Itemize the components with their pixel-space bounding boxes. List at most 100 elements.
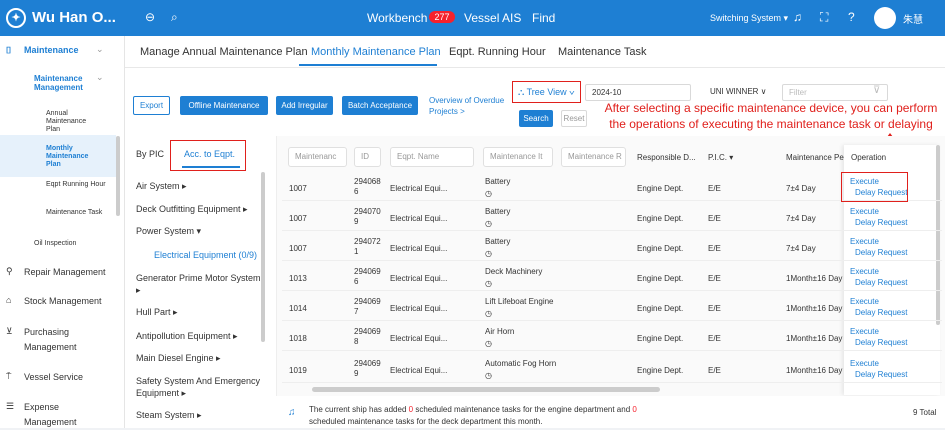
user-name[interactable]: 朱慧 [903,11,923,26]
chevron-down-icon: ⌄ [96,44,104,54]
execute-link[interactable]: Execute [850,359,879,368]
sidebar-maintenance-management[interactable]: Maintenance Management [34,74,94,92]
header-maintenance-period[interactable]: Maintenance Per [786,153,846,162]
export-button[interactable]: Export [133,96,170,115]
add-irregular-button[interactable]: Add Irregular [276,96,333,115]
cell-period: 1Month±16 Day [786,274,843,283]
execute-link[interactable]: Execute [850,207,879,216]
tree-item-steam-system[interactable]: Steam System ▸ [136,409,202,421]
nav-workbench[interactable]: Workbench 277 [367,11,455,25]
tree-item-air-system[interactable]: Air System ▸ [136,180,187,192]
execute-link[interactable]: Execute [850,267,879,276]
overdue-projects-link[interactable]: Overview of Overdue Projects > [429,95,509,117]
cell-eqpt-name: Electrical Equi... [390,244,448,253]
tree-item-hull-part[interactable]: Hull Part ▸ [136,306,178,318]
delay-request-link[interactable]: Delay Request [855,370,907,379]
header-maintenance-item[interactable]: Maintenance It [483,147,553,167]
nav-vessel-ais[interactable]: Vessel AIS [464,11,521,25]
cell-period: 7±4 Day [786,214,816,223]
tab-by-pic[interactable]: By PIC [136,148,164,160]
cell-responsible-dept: Engine Dept. [637,334,684,343]
sidebar-repair[interactable]: Repair Management [24,267,106,277]
avatar[interactable] [874,7,896,29]
deck-count: 0 [632,405,637,414]
header-pic[interactable]: P.I.C. ▾ [708,153,733,162]
header-eqpt-name[interactable]: Eqpt. Name [390,147,474,167]
delay-request-link[interactable]: Delay Request [855,338,907,347]
collapse-icon[interactable]: ⊖ [145,10,155,24]
tab-monthly[interactable]: Monthly Maintenance Plan [311,46,441,58]
search-button[interactable]: Search [519,110,553,127]
header-operation-label: Operation [851,153,887,162]
delay-request-link[interactable]: Delay Request [855,248,907,257]
clock-icon: ◷ [485,189,492,198]
cell-code: 1019 [289,366,307,375]
month-picker[interactable]: 2024-10 [585,84,691,101]
row-divider [282,260,942,261]
sidebar-purchasing[interactable]: Purchasing Management [24,325,84,355]
cell-code: 1007 [289,184,307,193]
operation-highlight [841,172,908,202]
reset-button[interactable]: Reset [561,110,587,127]
execute-link[interactable]: Execute [850,297,879,306]
cell-period: 1Month±16 Day [786,334,843,343]
cell-eqpt-name: Electrical Equi... [390,214,448,223]
tab-running-hour[interactable]: Eqpt. Running Hour [449,46,546,58]
tab-maintenance-task[interactable]: Maintenance Task [558,46,646,58]
cell-responsible-dept: Engine Dept. [637,366,684,375]
clock-icon: ◷ [485,219,492,228]
sidebar-vessel-service[interactable]: Vessel Service [24,372,83,382]
sidebar-stock[interactable]: Stock Management [24,296,102,306]
delay-request-link[interactable]: Delay Request [855,278,907,287]
tree-item-power-system[interactable]: Power System ▾ [136,225,201,237]
nav-find[interactable]: Find [532,11,555,25]
sidebar-maintenance[interactable]: Maintenance [24,45,79,55]
bell-icon[interactable]: ♫ [793,10,802,24]
sidebar-item-monthly[interactable]: Monthly Maintenance Plan [46,145,96,169]
header-maintenance-r[interactable]: Maintenance R [561,147,626,167]
search-icon[interactable]: ⌕ [171,10,178,25]
tree-item-antipollution[interactable]: Antipollution Equipment ▸ [136,330,238,342]
table-vertical-scrollbar[interactable] [936,145,940,325]
switching-system-dropdown[interactable]: Switching System ▾ [710,13,788,24]
clock-icon: ◷ [485,339,492,348]
clock-icon: ◷ [485,249,492,258]
header-responsible-dept[interactable]: Responsible D... [637,153,696,162]
cell-maintenance-item: Battery [485,207,511,216]
table-horizontal-scrollbar[interactable] [312,387,660,392]
delay-request-link[interactable]: Delay Request [855,218,907,227]
tree-scrollbar[interactable] [261,172,265,342]
header-maintenance-code[interactable]: Maintenanc [288,147,347,167]
cart-icon: ⊻ [6,326,13,336]
sidebar-item-annual[interactable]: Annual Maintenance Plan [46,110,96,134]
help-icon[interactable]: ? [848,10,855,24]
offline-maintenance-button[interactable]: Offline Maintenance [180,96,268,115]
fullscreen-icon[interactable]: ⛶ [820,10,828,25]
tree-item-safety-system[interactable]: Safety System And Emergency Equipment ▸ [136,375,261,399]
sidebar-expense[interactable]: Expense Management [24,400,84,430]
batch-acceptance-button[interactable]: Batch Acceptance [342,96,418,115]
tree-item-deck-outfitting[interactable]: Deck Outfitting Equipment ▸ [136,203,248,215]
execute-link[interactable]: Execute [850,327,879,336]
sidebar-item-maintenance-task[interactable]: Maintenance Task [46,209,106,217]
tree-item-main-diesel[interactable]: Main Diesel Engine ▸ [136,352,221,364]
tree-item-generator-prime-motor[interactable]: Generator Prime Motor System ▸ [136,272,261,296]
sidebar-scrollbar[interactable] [116,136,120,216]
tab-annual[interactable]: Manage Annual Maintenance Plan [140,46,308,58]
cell-period: 1Month±16 Day [786,304,843,313]
sidebar-item-running-hour[interactable]: Eqpt Running Hour [46,181,106,189]
cell-maintenance-item: Battery [485,177,511,186]
expense-icon: ☰ [6,401,15,411]
header-id[interactable]: ID [354,147,381,167]
sidebar-item-oil-inspection[interactable]: Oil Inspection [34,240,76,247]
tree-item-electrical-equipment[interactable]: Electrical Equipment (0/9) [154,249,257,261]
footer-text-3: scheduled maintenance tasks for the deck… [309,417,543,426]
execute-link[interactable]: Execute [850,237,879,246]
ship-select[interactable]: UNI WINNER ∨ [704,84,776,101]
row-divider [282,382,942,383]
workbench-badge: 277 [429,11,455,23]
delay-request-link[interactable]: Delay Request [855,308,907,317]
sidebar: ⌷ Maintenance ⌄ Maintenance Management ⌄… [0,36,125,428]
tab-active-indicator [299,64,437,66]
cell-maintenance-item: Deck Machinery [485,267,543,276]
